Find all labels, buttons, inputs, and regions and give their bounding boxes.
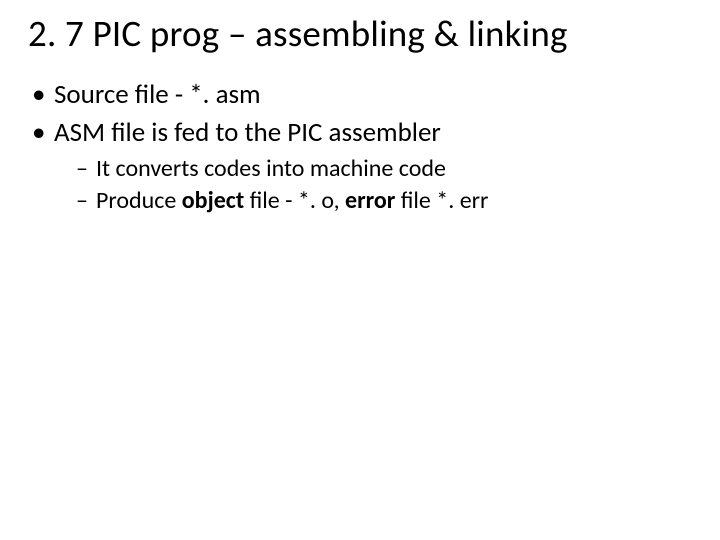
sub2-bold-object: object — [182, 186, 244, 215]
slide-title: 2. 7 PIC prog – assembling & linking — [28, 12, 692, 56]
sub2-bold-error: error — [345, 186, 395, 215]
bullet-text-1: Source file - *. asm — [54, 78, 261, 111]
sub-bullet-item-2: Produce object file - *. o, error file *… — [76, 186, 692, 216]
sub-bullet-text-1: It converts codes into machine code — [96, 154, 446, 183]
slide: 2. 7 PIC prog – assembling & linking Sou… — [0, 0, 720, 540]
sub2-pre: Produce — [96, 186, 182, 215]
sub-bullet-item-1: It converts codes into machine code — [76, 154, 692, 184]
bullet-item-1: Source file - *. asm — [32, 78, 692, 112]
bullet-list: Source file - *. asm ASM file is fed to … — [32, 78, 692, 216]
bullet-text-2: ASM file is fed to the PIC assembler — [54, 116, 441, 149]
bullet-item-2: ASM file is fed to the PIC assembler It … — [32, 116, 692, 216]
sub-bullet-list: It converts codes into machine code Prod… — [76, 154, 692, 216]
sub2-post: file *. err — [395, 186, 488, 215]
sub2-mid: file - *. o, — [244, 186, 345, 215]
